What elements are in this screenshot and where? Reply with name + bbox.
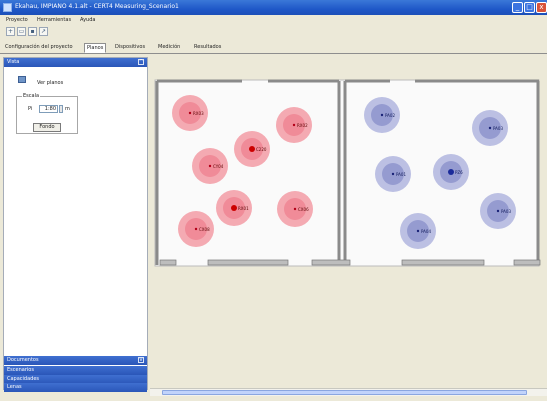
left-panel: Vista ^ Ver planos Escala Pi 1:80 m Fond… — [3, 57, 148, 392]
minimize-button[interactable]: _ — [512, 2, 523, 13]
tab-bar: Configuración del proyecto Planos Dispos… — [0, 41, 547, 54]
tab-planos[interactable]: Planos — [84, 43, 107, 53]
open-icon[interactable]: ▭ — [17, 27, 26, 36]
tab-devices[interactable]: Dispositivos — [113, 43, 147, 53]
section-title: Escenarios — [7, 367, 34, 373]
node-label: RX02 — [297, 123, 308, 128]
expand-icon[interactable]: v — [138, 357, 144, 363]
node-label: PA03 — [501, 209, 511, 214]
node-label: C220 — [256, 147, 267, 152]
status-bar — [0, 396, 547, 401]
blue-node[interactable]: PA04 — [400, 213, 436, 249]
bottom-doors — [159, 259, 541, 266]
node-label: PZ6 — [455, 170, 463, 175]
section-header-escenarios[interactable]: Escenarios — [4, 366, 147, 375]
scale-legend: Escala — [22, 93, 41, 99]
tab-project-config[interactable]: Configuración del proyecto — [3, 43, 75, 53]
node-label: RX01 — [238, 206, 249, 211]
blue-node[interactable]: PA03 — [480, 193, 516, 229]
new-icon[interactable]: + — [6, 27, 15, 36]
node-label: CX08 — [199, 227, 210, 232]
blue-node[interactable]: PA03 — [472, 110, 508, 146]
export-icon[interactable]: ↗ — [39, 27, 48, 36]
scale-spinner[interactable] — [59, 105, 63, 113]
red-node-active[interactable]: C220 — [234, 131, 270, 167]
red-node-active[interactable]: RX01 — [216, 190, 252, 226]
section-header-vista[interactable]: Vista ^ — [4, 58, 147, 67]
section-title: Vista — [7, 59, 20, 65]
zoom-icon[interactable] — [18, 76, 26, 83]
red-node[interactable]: CY04 — [192, 148, 228, 184]
toolbar: + ▭ ▪ ↗ — [0, 25, 547, 39]
section-header-lenas[interactable]: Lenas — [4, 383, 147, 392]
scroll-thumb[interactable] — [162, 390, 527, 395]
blue-node[interactable]: PA02 — [364, 97, 400, 133]
floorplan-svg[interactable]: RX03 RX02 C220 CY04 RX01 CX06 CX08 PA02 … — [150, 57, 547, 327]
node-label: PA02 — [385, 113, 395, 118]
menu-herramientas[interactable]: Herramientas — [37, 17, 71, 23]
app-icon — [3, 3, 12, 12]
red-node[interactable]: CX06 — [277, 191, 313, 227]
section-title: Documentos — [7, 357, 39, 363]
section-title: Lenas — [7, 384, 22, 390]
scale-group: Escala Pi 1:80 m Fondo — [16, 93, 78, 134]
title-bar: Ekahau, IMPIANO 4.1.alt - CERT4 Measurin… — [0, 0, 547, 15]
collapse-icon[interactable]: ^ — [138, 59, 144, 65]
node-label: CY04 — [213, 164, 224, 169]
section-header-documentos[interactable]: Documentos v — [4, 356, 147, 365]
node-label: CX06 — [298, 207, 309, 212]
horizontal-scrollbar[interactable] — [150, 388, 547, 396]
tab-results[interactable]: Resultados — [192, 43, 223, 53]
scale-row-label: Pi — [28, 106, 33, 112]
node-label: PA03 — [493, 126, 503, 131]
menu-proyecto[interactable]: Proyecto — [6, 17, 28, 23]
menu-bar: Proyecto Herramientas Ayuda — [0, 15, 547, 25]
red-node[interactable]: CX08 — [178, 211, 214, 247]
blue-node-active[interactable]: PZ6 — [433, 154, 469, 190]
save-icon[interactable]: ▪ — [28, 27, 37, 36]
close-button[interactable]: x — [536, 2, 547, 13]
background-button[interactable]: Fondo — [33, 123, 61, 132]
scale-unit: m — [65, 106, 70, 112]
scale-input[interactable]: 1:80 — [39, 105, 58, 113]
tab-measurement[interactable]: Medición — [156, 43, 182, 53]
floorplan-canvas-area[interactable]: RX03 RX02 C220 CY04 RX01 CX06 CX08 PA02 … — [150, 57, 547, 389]
node-label: PA04 — [421, 229, 431, 234]
maximize-button[interactable]: □ — [524, 2, 535, 13]
window-title: Ekahau, IMPIANO 4.1.alt - CERT4 Measurin… — [15, 3, 179, 10]
menu-ayuda[interactable]: Ayuda — [80, 17, 95, 23]
red-node[interactable]: RX03 — [172, 95, 208, 131]
section-title: Capacidades — [7, 376, 40, 382]
blue-node[interactable]: PA01 — [375, 156, 411, 192]
node-label: PA01 — [396, 172, 406, 177]
zoom-label: Ver planos — [37, 80, 64, 86]
node-label: RX03 — [193, 111, 204, 116]
red-node[interactable]: RX02 — [276, 107, 312, 143]
